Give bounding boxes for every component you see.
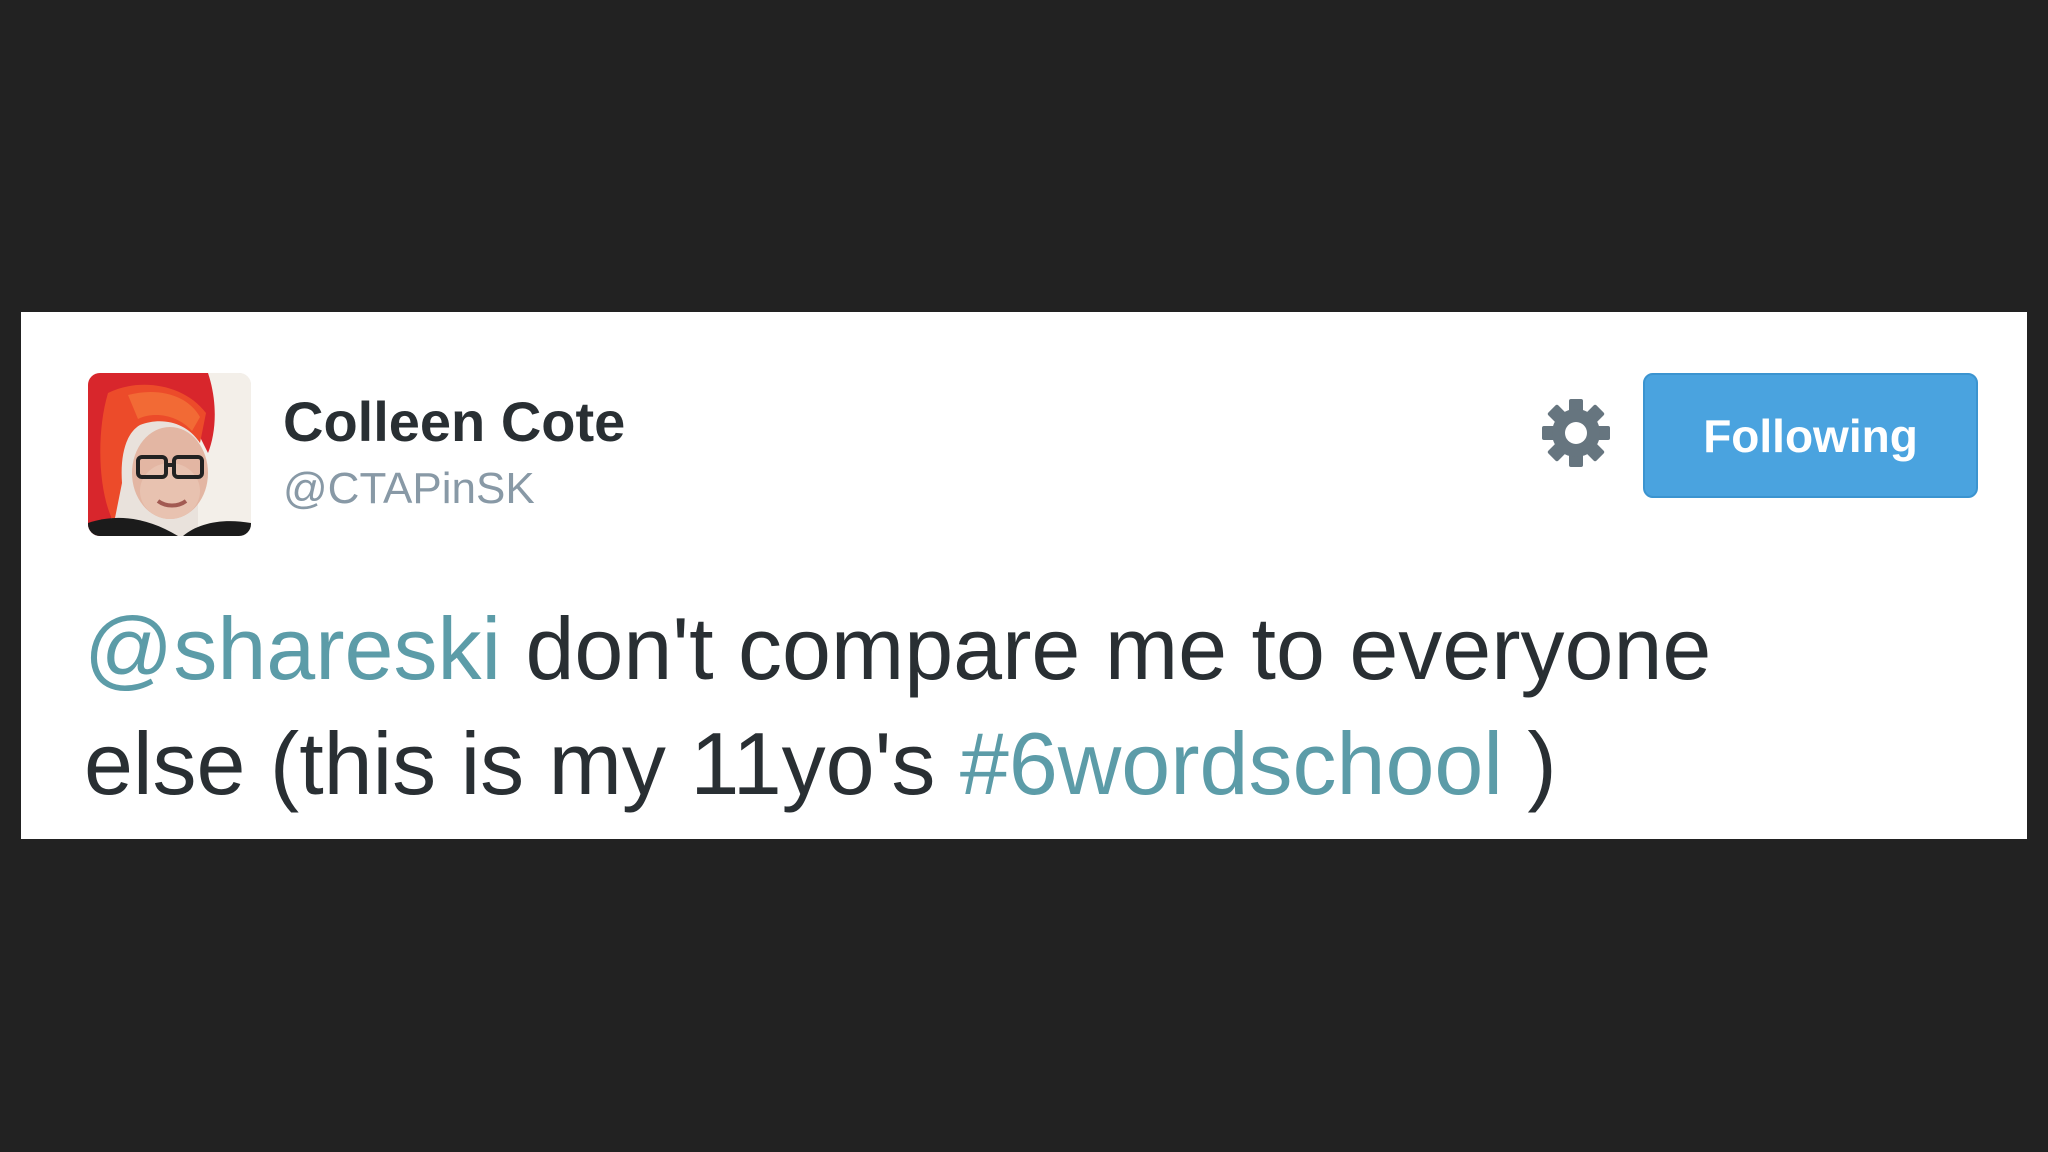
tweet-text-line-1: @shareski don't compare me to everyone [84, 591, 1964, 706]
author-handle[interactable]: @CTAPinSK [283, 467, 535, 511]
avatar-image [88, 373, 251, 536]
author-display-name[interactable]: Colleen Cote [283, 394, 625, 450]
hashtag-link[interactable]: #6wordschool [960, 714, 1503, 813]
tweet-text-segment: ) [1502, 714, 1557, 813]
tweet-text-line-2: else (this is my 11yo's #6wordschool ) [84, 706, 1964, 821]
mention-link[interactable]: @shareski [84, 599, 501, 698]
tweet-text-segment: don't compare me to everyone [501, 599, 1712, 698]
gear-icon[interactable] [1538, 395, 1614, 471]
tweet-text: @shareski don't compare me to everyone e… [84, 591, 1964, 821]
following-button[interactable]: Following [1643, 373, 1978, 498]
tweet-card: Colleen Cote @CTAPinSK Following @shares… [21, 312, 2027, 839]
avatar[interactable] [88, 373, 251, 536]
tweet-text-segment: else (this is my 11yo's [84, 714, 960, 813]
